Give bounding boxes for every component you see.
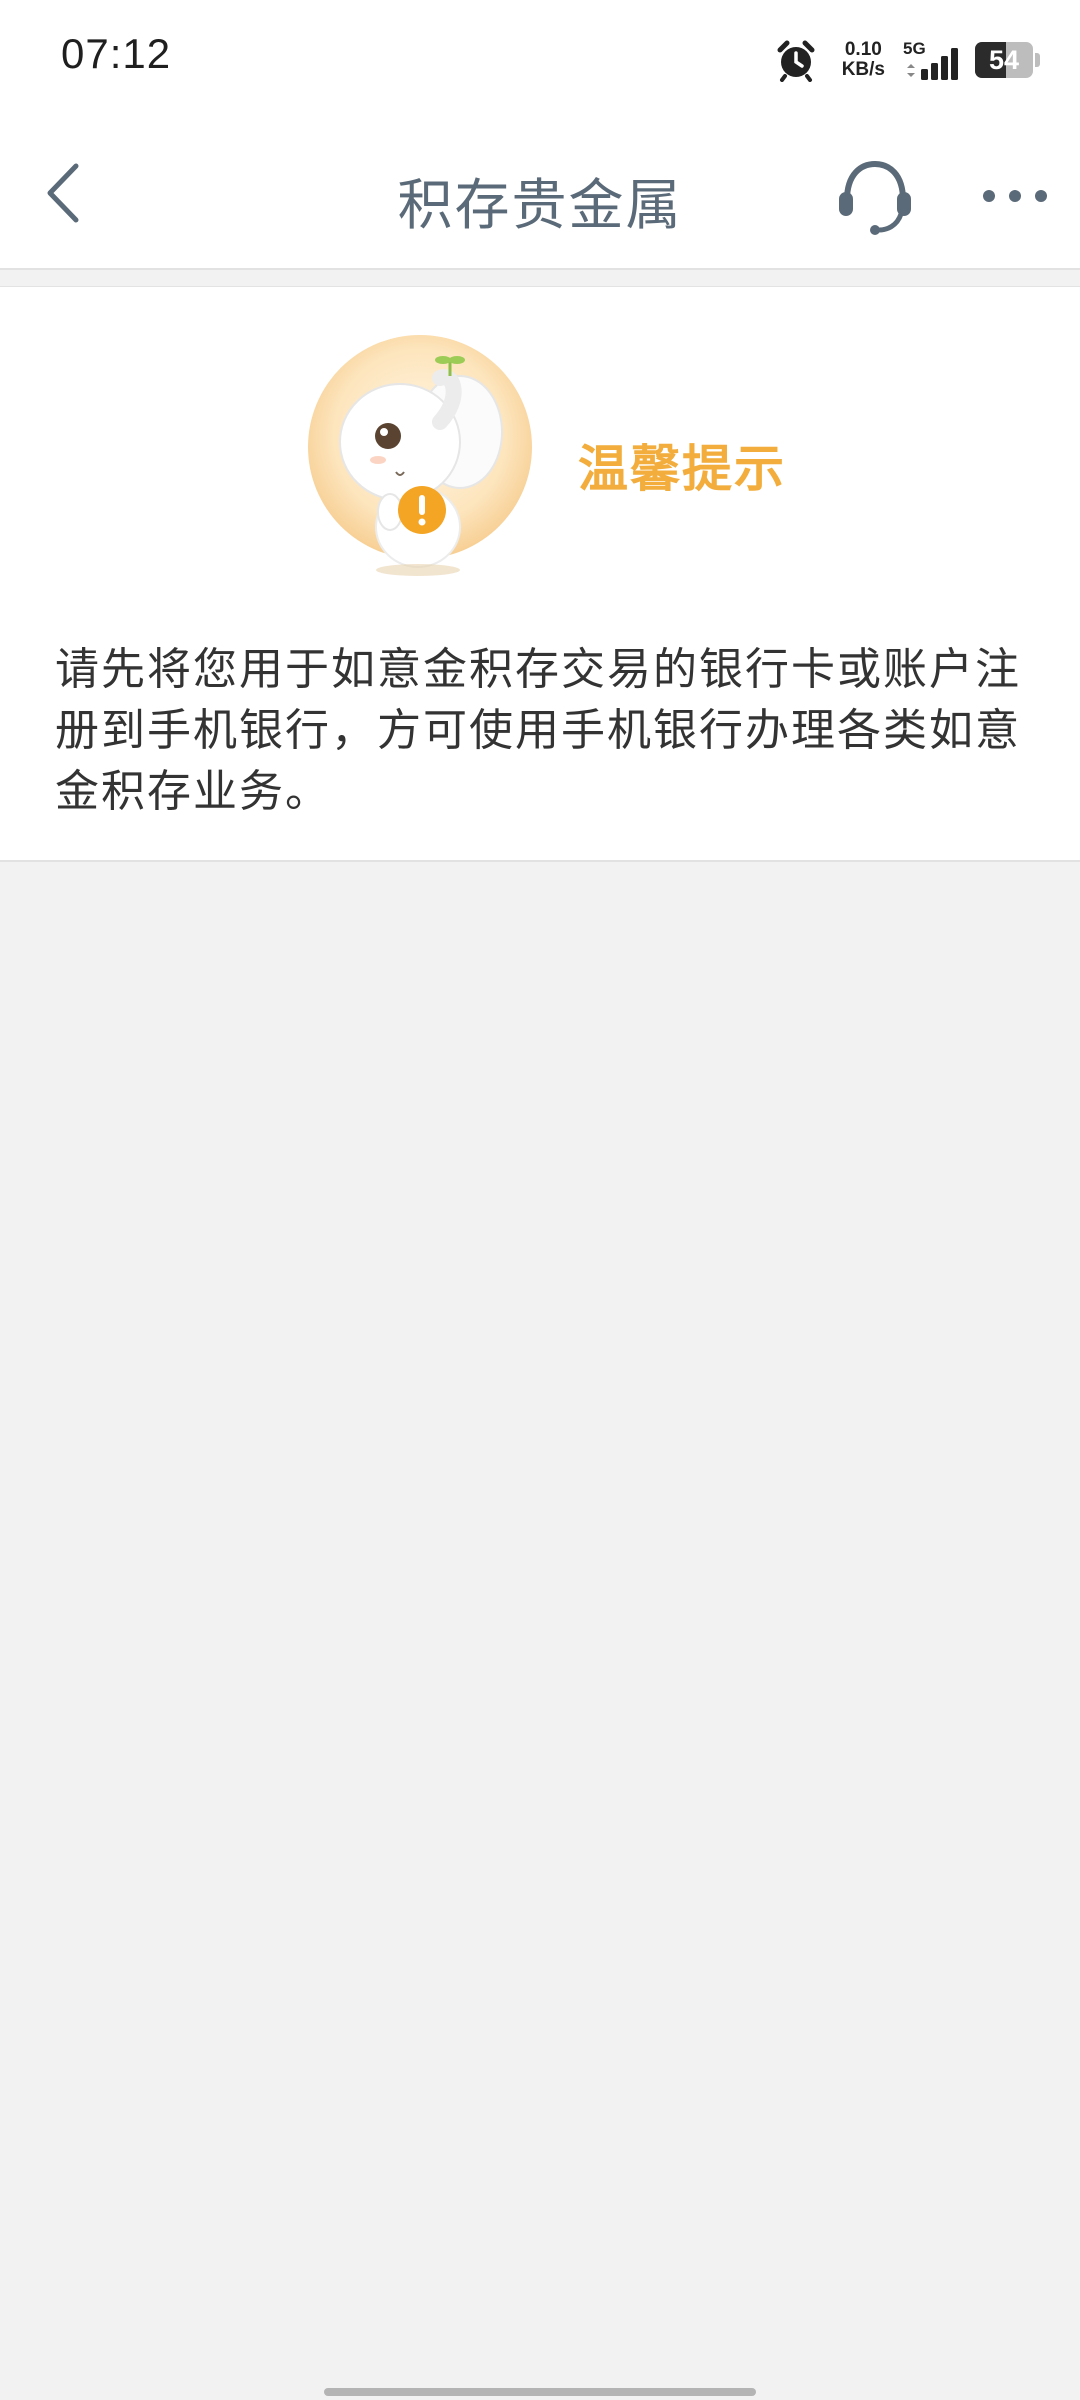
battery-icon: 54 bbox=[975, 42, 1033, 78]
more-icon[interactable] bbox=[975, 166, 1055, 226]
signal-indicator: 5G bbox=[903, 35, 961, 85]
navbar: 积存贵金属 bbox=[0, 118, 1080, 270]
notice-card: 温馨提示 请先将您用于如意金积存交易的银行卡或账户注册到手机银行，方可使用手机银… bbox=[0, 287, 1080, 862]
network-speed: 0.10 KB/s bbox=[842, 40, 885, 80]
status-bar: 07:12 0.10 KB/s 5G 54 bbox=[0, 0, 1080, 118]
notice-message: 请先将您用于如意金积存交易的银行卡或账户注册到手机银行，方可使用手机银行办理各类… bbox=[55, 644, 1021, 817]
battery-tip bbox=[1035, 53, 1040, 67]
status-time: 07:12 bbox=[61, 30, 172, 77]
status-indicators: 0.10 KB/s 5G 54 bbox=[774, 30, 1040, 90]
network-speed-unit: KB/s bbox=[841, 59, 885, 80]
home-indicator[interactable] bbox=[324, 2388, 756, 2396]
alarm-icon bbox=[777, 40, 815, 82]
page-title: 积存贵金属 bbox=[397, 173, 683, 237]
battery-percent: 54 bbox=[988, 45, 1020, 75]
signal-icon bbox=[907, 48, 958, 80]
section-divider bbox=[0, 270, 1080, 287]
elephant-mascot-warning-icon bbox=[308, 335, 532, 576]
notice-title: 温馨提示 bbox=[578, 440, 786, 498]
headset-icon[interactable] bbox=[835, 156, 915, 236]
network-speed-value: 0.10 bbox=[844, 39, 882, 60]
